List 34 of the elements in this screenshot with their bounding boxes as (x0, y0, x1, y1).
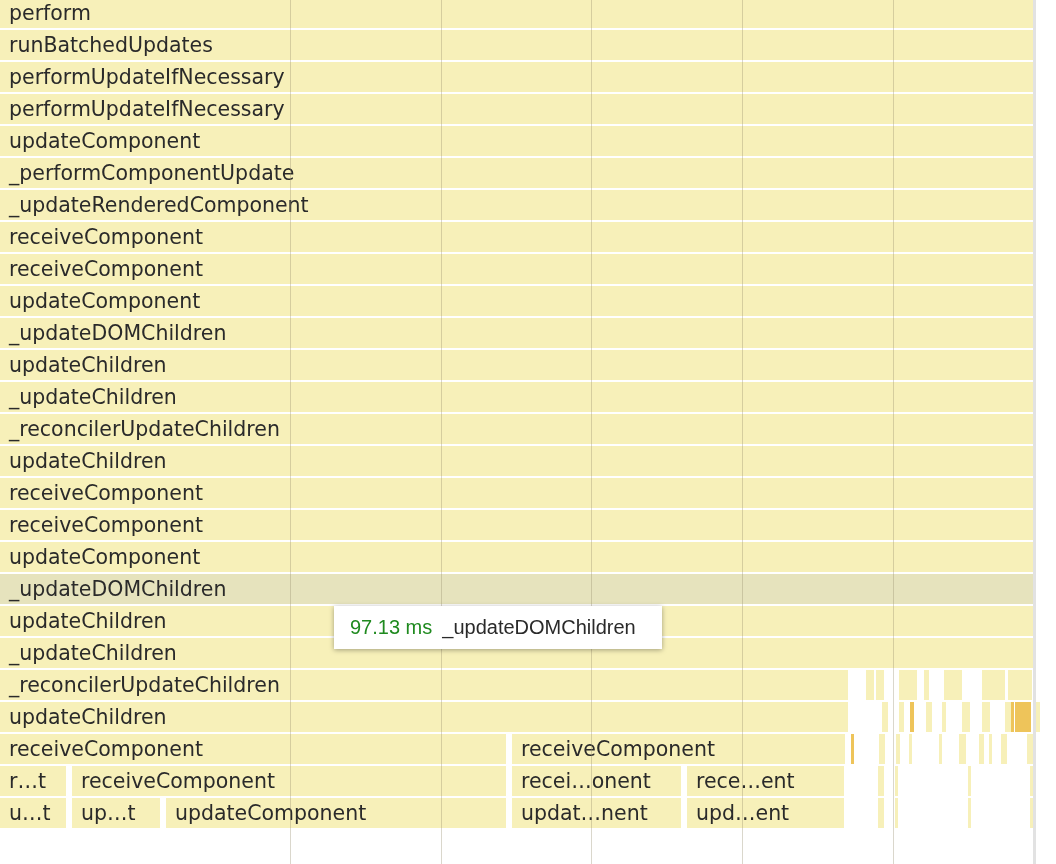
flame-bar[interactable]: _performComponentUpdate (0, 158, 1033, 188)
flame-bar[interactable]: receiveComponent (512, 734, 845, 764)
flame-bar[interactable]: updateChildren (0, 350, 1033, 380)
tooltip-duration: 97.13 ms (350, 616, 433, 639)
flame-bar[interactable]: performUpdateIfNecessary (0, 94, 1033, 124)
flame-bar[interactable]: receiveComponent (72, 766, 506, 796)
flame-bar[interactable]: receiveComponent (0, 254, 1033, 284)
flame-bar[interactable]: r…t (0, 766, 66, 796)
flame-bar[interactable]: updateComponent (0, 286, 1033, 316)
flame-bar[interactable]: updateComponent (0, 126, 1033, 156)
flame-bar[interactable]: updateComponent (166, 798, 506, 828)
flame-bar[interactable]: _updateDOMChildren (0, 574, 1033, 604)
flame-bar[interactable]: receiveComponent (0, 510, 1033, 540)
flame-bar[interactable]: u…t (0, 798, 66, 828)
flame-bar[interactable]: upd…ent (687, 798, 844, 828)
flame-bar[interactable]: receiveComponent (0, 478, 1033, 508)
flame-bar[interactable]: updateChildren (0, 446, 1033, 476)
flame-bar[interactable]: receiveComponent (0, 734, 506, 764)
flame-bar[interactable]: updateComponent (0, 542, 1033, 572)
flame-bar[interactable]: _updateRenderedComponent (0, 190, 1033, 220)
tooltip-function-name: _updateDOMChildren (442, 616, 636, 639)
flame-bar[interactable]: updateChildren (0, 702, 848, 732)
flame-bar[interactable]: _updateDOMChildren (0, 318, 1033, 348)
flame-bar[interactable]: up…t (72, 798, 160, 828)
flame-bar[interactable]: runBatchedUpdates (0, 30, 1033, 60)
flame-bar[interactable]: perform (0, 0, 1033, 28)
flame-bar[interactable]: performUpdateIfNecessary (0, 62, 1033, 92)
flame-bar[interactable]: _reconcilerUpdateChildren (0, 670, 848, 700)
flame-bar[interactable]: rece…ent (687, 766, 844, 796)
flame-bar[interactable]: updat…nent (512, 798, 681, 828)
flame-bar[interactable]: recei…onent (512, 766, 681, 796)
flame-bar[interactable]: receiveComponent (0, 222, 1033, 252)
flame-bar[interactable]: _reconcilerUpdateChildren (0, 414, 1033, 444)
flame-bar[interactable]: _updateChildren (0, 382, 1033, 412)
